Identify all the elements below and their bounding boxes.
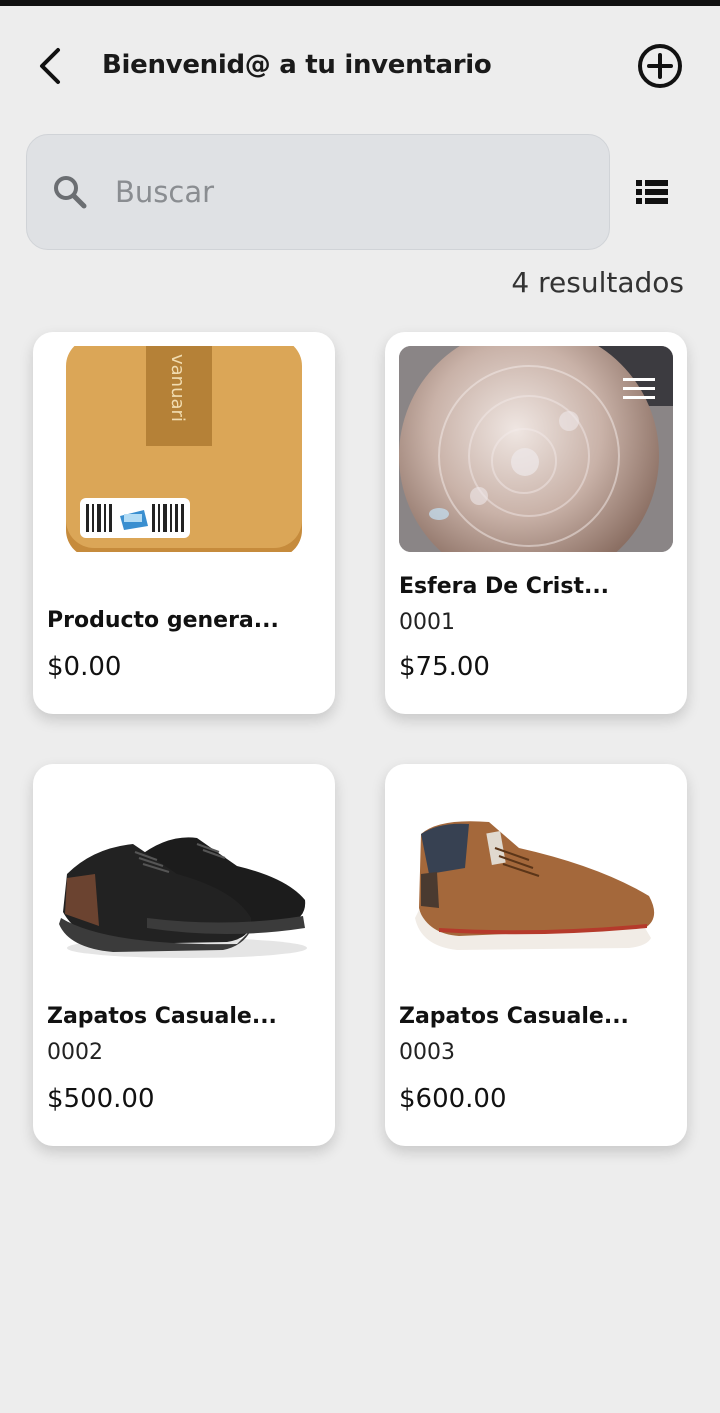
black-shoes-photo: [59, 837, 307, 958]
results-count: 4 resultados: [511, 266, 684, 299]
search-icon: [54, 176, 87, 209]
product-code: 0002: [47, 1040, 103, 1065]
box-icon: vanuari: [66, 346, 302, 552]
product-price: $500.00: [47, 1084, 155, 1114]
product-name: Zapatos Casuale...: [399, 1004, 629, 1029]
product-image: [399, 778, 673, 984]
product-image: [399, 346, 673, 552]
product-image: [47, 778, 321, 984]
svg-text:vanuari: vanuari: [167, 354, 188, 422]
product-image: vanuari: [47, 346, 321, 552]
header: Bienvenid@ a tu inventario: [0, 6, 720, 126]
product-price: $0.00: [47, 652, 122, 682]
product-card[interactable]: Zapatos Casuale... 0003 $600.00: [385, 764, 687, 1146]
crystal-sphere-photo: [399, 346, 673, 552]
product-code: 0001: [399, 610, 455, 635]
page-title: Bienvenid@ a tu inventario: [102, 50, 492, 80]
product-code: 0003: [399, 1040, 455, 1065]
search-bar[interactable]: [26, 134, 610, 250]
add-product-button[interactable]: [636, 42, 684, 90]
product-price: $600.00: [399, 1084, 507, 1114]
product-card[interactable]: Zapatos Casuale... 0002 $500.00: [33, 764, 335, 1146]
product-name: Esfera De Crist...: [399, 574, 610, 599]
product-name: Zapatos Casuale...: [47, 1004, 277, 1029]
product-name: Producto genera...: [47, 608, 279, 633]
brown-shoe-photo: [415, 821, 655, 950]
list-view-icon: [636, 180, 668, 204]
back-button[interactable]: [28, 44, 72, 88]
search-input[interactable]: [115, 175, 555, 209]
product-card[interactable]: Esfera De Crist... 0001 $75.00: [385, 332, 687, 714]
list-view-button[interactable]: [632, 176, 672, 208]
product-card[interactable]: vanuari Producto genera... $0.00: [33, 332, 335, 714]
product-price: $75.00: [399, 652, 490, 682]
add-circle-icon: [638, 44, 682, 88]
chevron-left-icon: [40, 48, 60, 84]
